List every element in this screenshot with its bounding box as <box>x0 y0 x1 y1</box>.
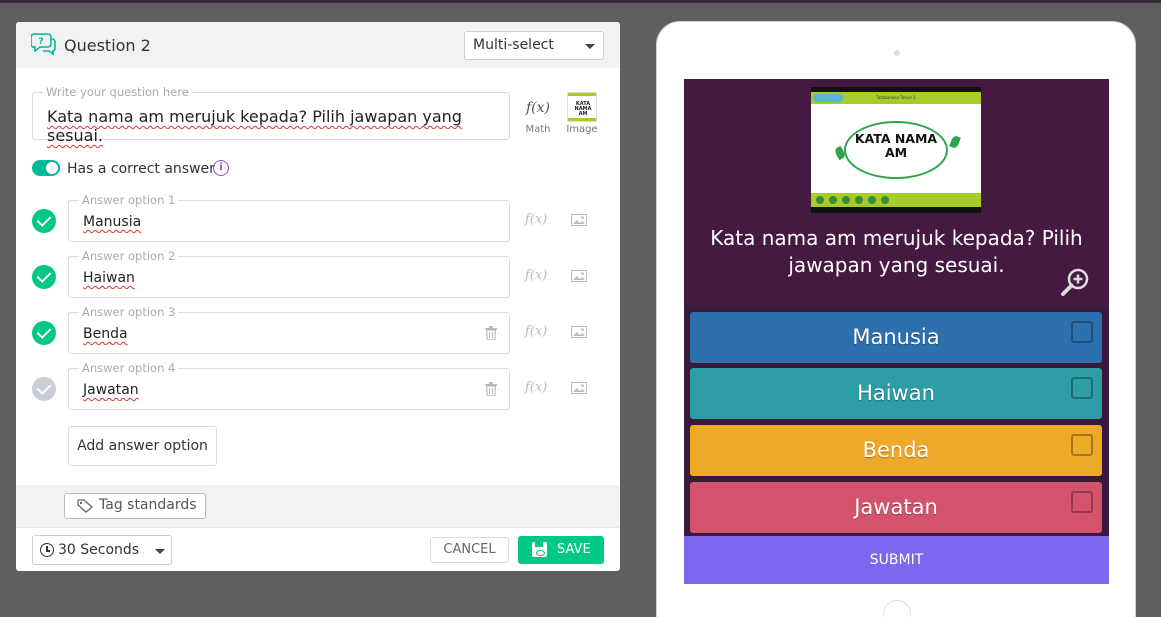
preview-option-text: Haiwan <box>857 381 935 405</box>
preview-option[interactable]: Haiwan <box>690 368 1102 419</box>
svg-text:?: ? <box>38 37 43 47</box>
save-label: SAVE <box>557 542 591 557</box>
option-checkbox[interactable] <box>1071 434 1093 456</box>
chevron-down-icon <box>155 549 165 554</box>
slide-title: KATA NAMA AM <box>854 131 938 160</box>
answer-option-label: Answer option 3 <box>79 305 179 319</box>
tag-standards-label: Tag standards <box>99 497 197 513</box>
question-editor-panel: ? Question 2 Multi-select Write your que… <box>16 22 620 571</box>
slide-footer <box>811 193 981 207</box>
option-image-icon[interactable] <box>571 326 587 338</box>
timer-select[interactable]: 30 Seconds <box>32 535 172 565</box>
answer-option-label: Answer option 4 <box>79 361 179 375</box>
slide-header-text: Tatabahasa Tahun 1 <box>876 95 916 100</box>
clock-icon <box>40 543 54 557</box>
tag-section: Tag standards <box>16 485 620 527</box>
question-input-label: Write your question here <box>43 85 192 99</box>
correct-check-icon[interactable] <box>32 209 56 233</box>
math-fx-icon: f(x) <box>525 100 550 116</box>
answer-option-input[interactable]: Answer option 1 Manusia <box>68 193 510 242</box>
math-label: Math <box>525 124 551 135</box>
tag-standards-button[interactable]: Tag standards <box>64 493 206 519</box>
preview-option-text: Jawatan <box>854 495 938 519</box>
correct-answer-toggle[interactable] <box>32 160 60 176</box>
footer-divider <box>16 527 620 528</box>
trash-icon[interactable] <box>485 326 497 340</box>
tablet-camera <box>894 50 900 56</box>
preview-option-text: Benda <box>862 438 930 462</box>
option-math-icon[interactable]: f(x) <box>525 212 547 227</box>
tag-icon <box>77 499 93 513</box>
option-checkbox[interactable] <box>1071 491 1093 513</box>
trash-icon[interactable] <box>485 382 497 396</box>
question-input[interactable]: Write your question here Kata nama am me… <box>32 85 510 145</box>
top-strip <box>0 0 1161 3</box>
chevron-down-icon <box>585 44 595 49</box>
image-thumbnail-text: KATA NAMA AM <box>574 101 592 117</box>
correct-answer-label: Has a correct answer <box>67 161 215 177</box>
question-bubble-icon: ? <box>31 33 56 56</box>
option-math-icon[interactable]: f(x) <box>525 380 547 395</box>
question-type-value: Multi-select <box>473 37 554 53</box>
option-checkbox[interactable] <box>1071 377 1093 399</box>
answer-option-label: Answer option 2 <box>79 249 179 263</box>
cancel-button[interactable]: CANCEL <box>430 537 509 563</box>
save-button[interactable]: SAVE <box>518 536 604 564</box>
preview-screen: Tatabahasa Tahun 1 KATA NAMA AM Kata nam… <box>684 79 1109 584</box>
option-image-icon[interactable] <box>571 214 587 226</box>
info-icon[interactable]: i <box>213 160 229 176</box>
option-image-icon[interactable] <box>571 382 587 394</box>
slide-image: Tatabahasa Tahun 1 KATA NAMA AM <box>811 92 981 207</box>
zoom-in-icon[interactable] <box>1060 267 1090 297</box>
option-math-icon[interactable]: f(x) <box>525 324 547 339</box>
question-title: Question 2 <box>64 36 151 55</box>
image-thumbnail: KATA NAMA AM <box>567 92 597 122</box>
option-math-icon[interactable]: f(x) <box>525 268 547 283</box>
image-button[interactable]: KATA NAMA AM Image <box>566 92 598 135</box>
answer-option-value[interactable]: Manusia <box>83 214 141 230</box>
preview-option-text: Manusia <box>852 325 940 349</box>
answer-option-input[interactable]: Answer option 4 Jawatan <box>68 361 510 410</box>
correct-check-icon[interactable] <box>32 321 56 345</box>
preview-option[interactable]: Benda <box>690 425 1102 476</box>
tablet-home-button <box>883 600 911 617</box>
question-input-value[interactable]: Kata nama am merujuk kepada? Pilih jawap… <box>47 107 509 145</box>
timer-value: 30 Seconds <box>58 542 140 558</box>
slide-header: Tatabahasa Tahun 1 <box>811 92 981 104</box>
answer-option-input[interactable]: Answer option 3 Benda <box>68 305 510 354</box>
preview-question-image[interactable]: Tatabahasa Tahun 1 KATA NAMA AM <box>811 87 981 213</box>
image-label: Image <box>566 124 598 135</box>
save-icon <box>532 542 547 557</box>
preview-question-area: Tatabahasa Tahun 1 KATA NAMA AM Kata nam… <box>684 79 1109 306</box>
leaf-icon <box>949 134 961 150</box>
editor-header: ? Question 2 Multi-select <box>16 22 620 68</box>
option-image-icon[interactable] <box>571 270 587 282</box>
preview-option[interactable]: Jawatan <box>690 482 1102 533</box>
submit-button[interactable]: SUBMIT <box>684 536 1109 584</box>
tablet-preview: Tatabahasa Tahun 1 KATA NAMA AM Kata nam… <box>656 21 1136 617</box>
preview-option[interactable]: Manusia <box>690 312 1102 363</box>
answer-option-input[interactable]: Answer option 2 Haiwan <box>68 249 510 298</box>
correct-check-icon[interactable] <box>32 377 56 401</box>
add-answer-option-button[interactable]: Add answer option <box>68 426 217 466</box>
question-type-select[interactable]: Multi-select <box>464 31 604 60</box>
answer-option-label: Answer option 1 <box>79 193 179 207</box>
correct-check-icon[interactable] <box>32 265 56 289</box>
option-checkbox[interactable] <box>1071 321 1093 343</box>
answer-option-value[interactable]: Jawatan <box>83 382 139 398</box>
answer-option-value[interactable]: Haiwan <box>83 270 135 286</box>
math-button[interactable]: f(x) Math <box>524 100 552 135</box>
preview-question-text: Kata nama am merujuk kepada? Pilih jawap… <box>710 226 1083 277</box>
answer-option-value[interactable]: Benda <box>83 326 128 342</box>
